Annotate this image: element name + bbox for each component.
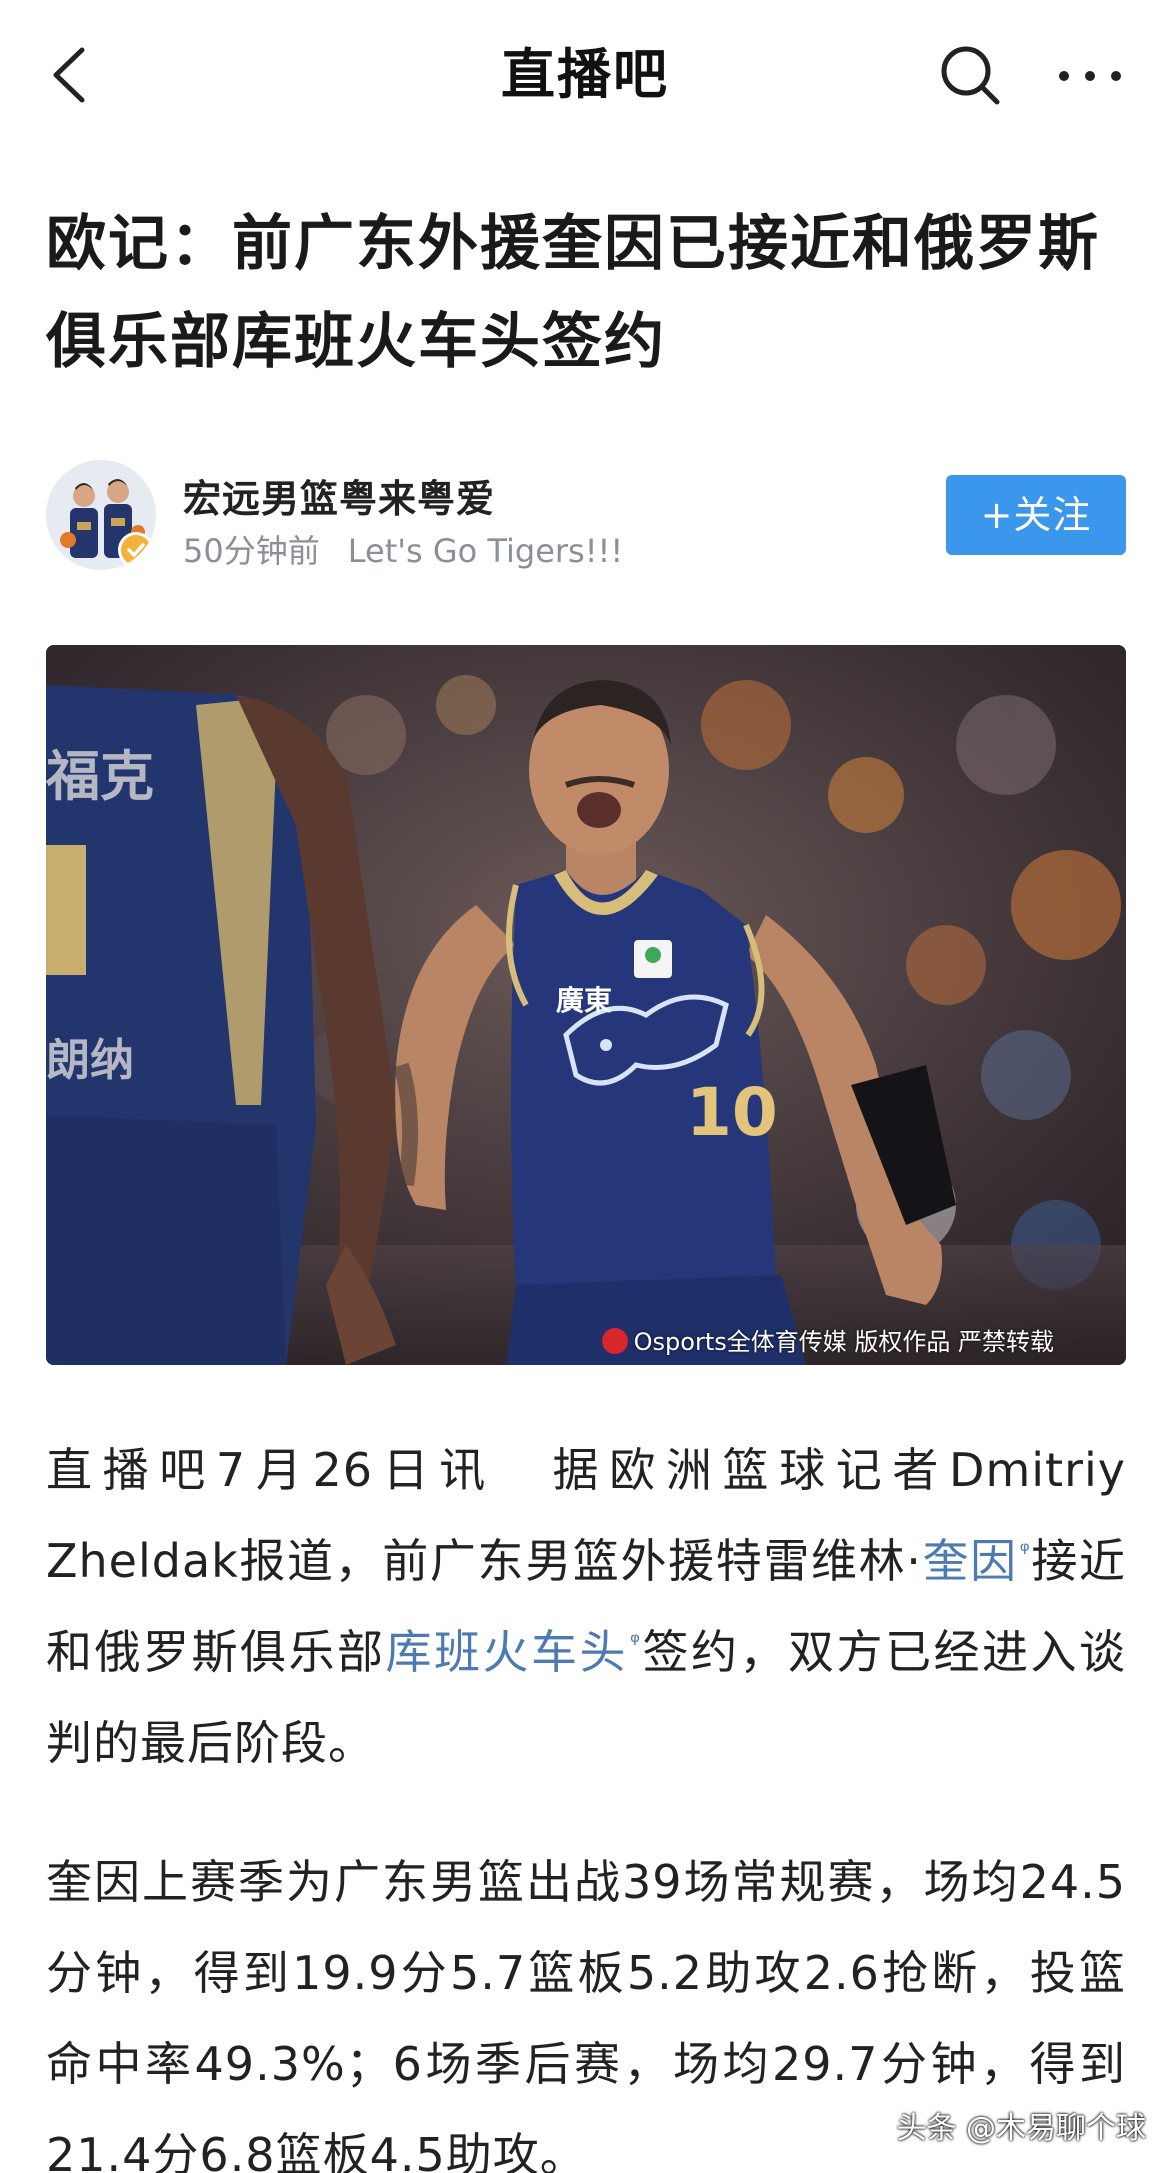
osports-logo-icon [601,1328,628,1354]
avatar[interactable] [46,460,156,570]
verified-badge-icon [118,532,154,568]
svg-text:朗纳: 朗纳 [46,1035,134,1086]
article-headline: 欧记：前广东外援奎因已接近和俄罗斯俱乐部库班火车头签约 [46,209,1100,377]
more-icon[interactable] [1050,40,1130,110]
follow-button[interactable]: +关注 [946,475,1126,555]
post-time: 50分钟前 [183,532,320,570]
nav-title: 直播吧 [501,43,669,106]
search-icon[interactable] [935,40,1005,110]
jersey-number-text: 10 [686,1074,778,1151]
article-photo[interactable]: 福克 朗纳 廣東 10 Osports全体育传媒 版权作品 严禁转载 [46,645,1126,1365]
author-slogan: Let's Go Tigers!!! [347,532,624,570]
search-link-icon: ᵠ [630,1628,642,1656]
article-body: 直播吧7月26日讯 据欧洲篮球记者Dmitriy Zheldak报道，前广东男篮… [46,1425,1126,2173]
author-meta: 50分钟前 Let's Go Tigers!!! [183,526,623,572]
entity-link-quinn[interactable]: 奎因ᵠ [922,1534,1031,1588]
watermark-text: 头条 @木易聊个球 [896,2111,1146,2146]
photo-illustration: 福克 朗纳 廣東 10 [46,645,1126,1365]
author-name[interactable]: 宏远男篮粤来粤爱 [183,468,495,523]
svg-text:福克: 福克 [46,745,154,808]
entity-link-lokomotiv-kuban[interactable]: 库班火车头ᵠ [386,1625,642,1679]
search-link-icon: ᵠ [1019,1537,1031,1565]
author-row: 宏远男篮粤来粤爱 50分钟前 Let's Go Tigers!!! +关注 [46,460,1126,580]
article-page: 直播吧 欧记：前广东外援奎因已接近和俄罗斯俱乐部库班火车头签约 宏远男篮粤来粤爱… [0,0,1170,2173]
top-nav-bar: 直播吧 [0,0,1170,150]
photo-credit: Osports全体育传媒 版权作品 严禁转载 [601,1322,1054,1357]
back-arrow-icon[interactable] [40,40,110,110]
article-paragraph-1: 直播吧7月26日讯 据欧洲篮球记者Dmitriy Zheldak报道，前广东男篮… [46,1443,1127,1770]
jersey-team-text: 廣東 [556,984,612,1017]
